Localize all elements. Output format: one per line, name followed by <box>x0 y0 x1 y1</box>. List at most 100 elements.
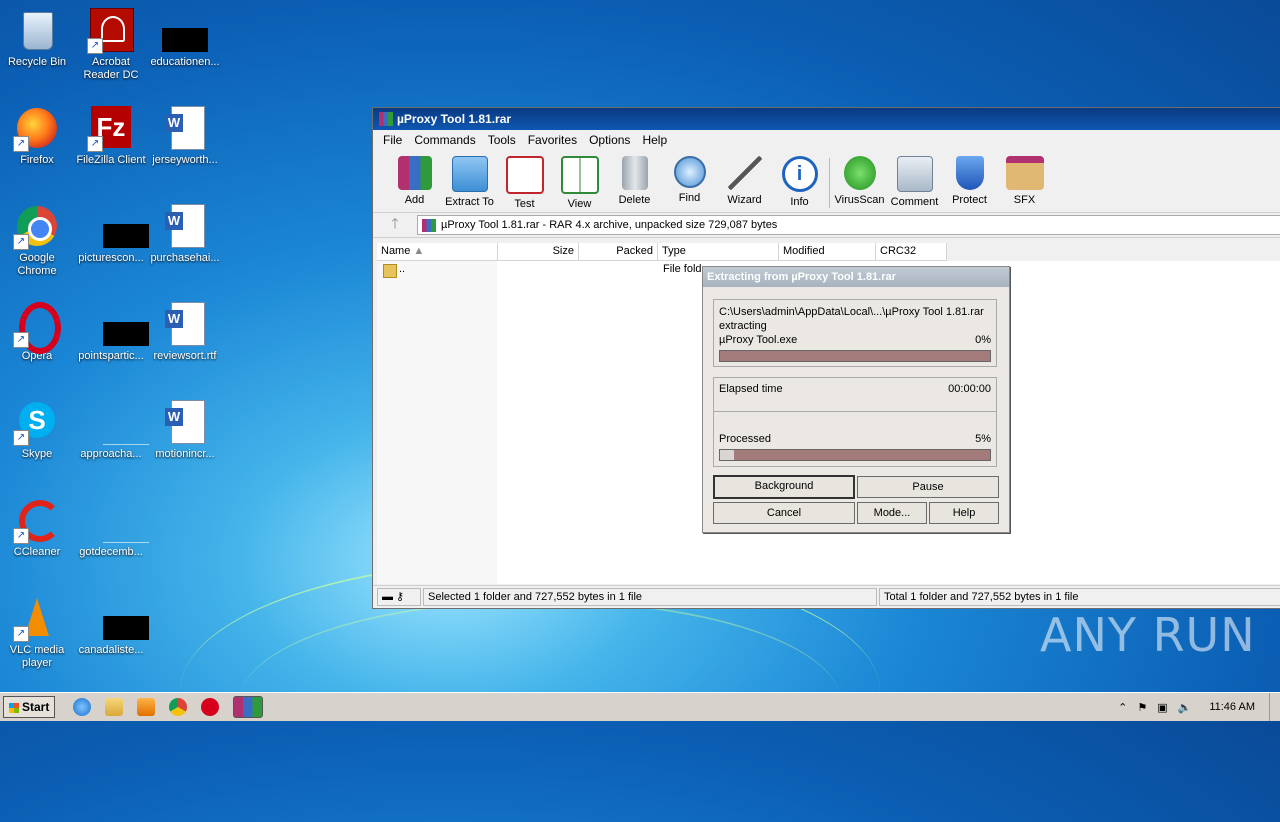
wizard-button[interactable]: Wizard <box>717 150 772 206</box>
ie-icon[interactable] <box>73 698 91 716</box>
archive-full-path: C:\Users\admin\AppData\Local\...\µProxy … <box>719 306 984 318</box>
desktop-icon-reviewsort[interactable]: W reviewsort.rtf <box>148 302 222 363</box>
desktop-icon-chrome[interactable]: ↗ Google Chrome <box>0 204 74 278</box>
window-titlebar[interactable]: µProxy Tool 1.81.rar <box>373 108 1280 130</box>
redacted-file-icon <box>89 302 149 346</box>
desktop-icon-pointspartic[interactable]: pointspartic... <box>74 302 149 363</box>
cancel-button[interactable]: Cancel <box>713 502 855 524</box>
virusscan-icon <box>843 156 876 190</box>
window-title: µProxy Tool 1.81.rar <box>397 112 512 126</box>
archive-path-field[interactable]: µProxy Tool 1.81.rar - RAR 4.x archive, … <box>417 215 1280 235</box>
redacted-file-icon <box>89 596 149 640</box>
delete-button[interactable]: Delete <box>607 150 662 206</box>
elapsed-panel: Elapsed time 00:00:00 <box>713 377 997 413</box>
processed-percent: 5% <box>975 433 991 445</box>
comment-icon <box>896 156 933 192</box>
menu-favorites[interactable]: Favorites <box>522 133 583 147</box>
info-icon: i <box>781 156 818 192</box>
network-icon[interactable]: ▣ <box>1157 701 1167 714</box>
up-arrow-icon: 🡑 <box>391 215 399 231</box>
desktop-icon-jerseyworth[interactable]: W jerseyworth... <box>148 106 222 167</box>
winrar-taskbar-icon[interactable] <box>233 696 263 718</box>
pause-button[interactable]: Pause <box>857 476 999 498</box>
desktop-icon-gotdecemb[interactable]: gotdecemb... <box>74 498 149 559</box>
skype-icon: S ↗ <box>13 400 59 446</box>
mode-button[interactable]: Mode... <box>857 502 927 524</box>
menu-help[interactable]: Help <box>636 133 673 147</box>
desktop-icon-filezilla[interactable]: Fz ↗ FileZilla Client <box>74 106 148 167</box>
word-doc-icon: W <box>163 400 207 444</box>
view-button[interactable]: View <box>552 150 607 210</box>
desktop-icon-vlc[interactable]: ↗ VLC media player <box>0 596 74 670</box>
shortcut-arrow-icon: ↗ <box>13 528 29 544</box>
chrome-taskbar-icon[interactable] <box>169 698 187 716</box>
dialog-title[interactable]: Extracting from µProxy Tool 1.81.rar <box>703 267 1009 287</box>
word-doc-icon: W <box>163 302 207 346</box>
firefox-icon: ↗ <box>13 106 59 152</box>
column-type[interactable]: Type <box>658 243 779 260</box>
desktop-icon-canadaliste[interactable]: canadaliste... <box>74 596 149 657</box>
start-button[interactable]: Start <box>3 696 55 718</box>
column-size[interactable]: Size <box>498 243 579 260</box>
column-name[interactable]: Name ▲ <box>377 243 498 260</box>
elapsed-label: Elapsed time <box>719 383 783 395</box>
sfx-button[interactable]: SFX <box>997 150 1052 206</box>
desktop-icon-skype[interactable]: S ↗ Skype <box>0 400 74 461</box>
test-button[interactable]: Test <box>497 150 552 210</box>
menu-commands[interactable]: Commands <box>408 133 481 147</box>
folder-up-icon <box>383 264 397 278</box>
desktop-icon-picturescon[interactable]: picturescon... <box>74 204 149 265</box>
column-packed[interactable]: Packed <box>579 243 658 260</box>
desktop-icon-ccleaner[interactable]: ↗ CCleaner <box>0 498 74 559</box>
name-column-bg <box>377 261 497 584</box>
extract-action: extracting <box>719 320 767 332</box>
shortcut-arrow-icon: ↗ <box>87 38 103 54</box>
wizard-icon <box>727 156 762 190</box>
column-modified[interactable]: Modified <box>779 243 876 260</box>
flag-icon[interactable]: ⚑ <box>1137 701 1147 714</box>
desktop-icon-recycle-bin[interactable]: Recycle Bin <box>0 8 74 69</box>
column-crc32[interactable]: CRC32 <box>876 243 947 260</box>
menu-file[interactable]: File <box>377 133 408 147</box>
show-desktop-button[interactable] <box>1269 693 1280 721</box>
background-button[interactable]: Background <box>713 475 855 499</box>
help-button[interactable]: Help <box>929 502 999 524</box>
shortcut-arrow-icon: ↗ <box>87 136 103 152</box>
volume-icon[interactable]: 🔈 <box>1178 701 1192 714</box>
redacted-file-icon <box>162 8 208 52</box>
find-icon <box>673 156 706 188</box>
drive-icon: ▬ ⚷ <box>377 588 421 606</box>
up-folder-button[interactable]: 🡑 <box>373 213 417 237</box>
test-icon <box>505 156 544 194</box>
desktop-icon-acrobat[interactable]: ↗ Acrobat Reader DC <box>74 8 148 82</box>
desktop-icon-opera[interactable]: ↗ Opera <box>0 302 74 363</box>
menu-tools[interactable]: Tools <box>482 133 522 147</box>
elapsed-value: 00:00:00 <box>948 383 991 395</box>
comment-button[interactable]: Comment <box>887 150 942 208</box>
media-player-icon[interactable] <box>137 698 155 716</box>
extract-to-button[interactable]: Extract To <box>442 150 497 208</box>
explorer-icon[interactable] <box>105 698 123 716</box>
desktop-icon-educationen[interactable]: educationen... <box>148 8 222 69</box>
desktop-icon-firefox[interactable]: ↗ Firefox <box>0 106 74 167</box>
tray-expand-icon[interactable]: ⌃ <box>1118 701 1127 714</box>
current-file-name: µProxy Tool.exe <box>719 334 798 346</box>
desktop-icon-approacha[interactable]: approacha... <box>74 400 149 461</box>
opera-taskbar-icon[interactable] <box>201 698 219 716</box>
virusscan-button[interactable]: VirusScan <box>832 150 887 206</box>
view-icon <box>560 156 599 194</box>
anyrun-watermark: ANY RUN <box>1040 608 1256 662</box>
add-button[interactable]: Add <box>387 150 442 206</box>
archive-icon <box>422 218 436 232</box>
find-button[interactable]: Find <box>662 150 717 204</box>
winrar-app-icon <box>379 112 393 126</box>
word-doc-icon: W <box>163 106 207 150</box>
protect-button[interactable]: Protect <box>942 150 997 206</box>
extract-dialog[interactable]: Extracting from µProxy Tool 1.81.rar C:\… <box>702 266 1010 533</box>
clock[interactable]: 11:46 AM <box>1209 701 1255 713</box>
info-button[interactable]: i Info <box>772 150 827 208</box>
menu-options[interactable]: Options <box>583 133 636 147</box>
desktop-icon-purchasehai[interactable]: W purchasehai... <box>148 204 222 265</box>
desktop-icon-motionincr[interactable]: W motionincr... <box>148 400 222 461</box>
status-bar: ▬ ⚷ Selected 1 folder and 727,552 bytes … <box>373 585 1280 608</box>
